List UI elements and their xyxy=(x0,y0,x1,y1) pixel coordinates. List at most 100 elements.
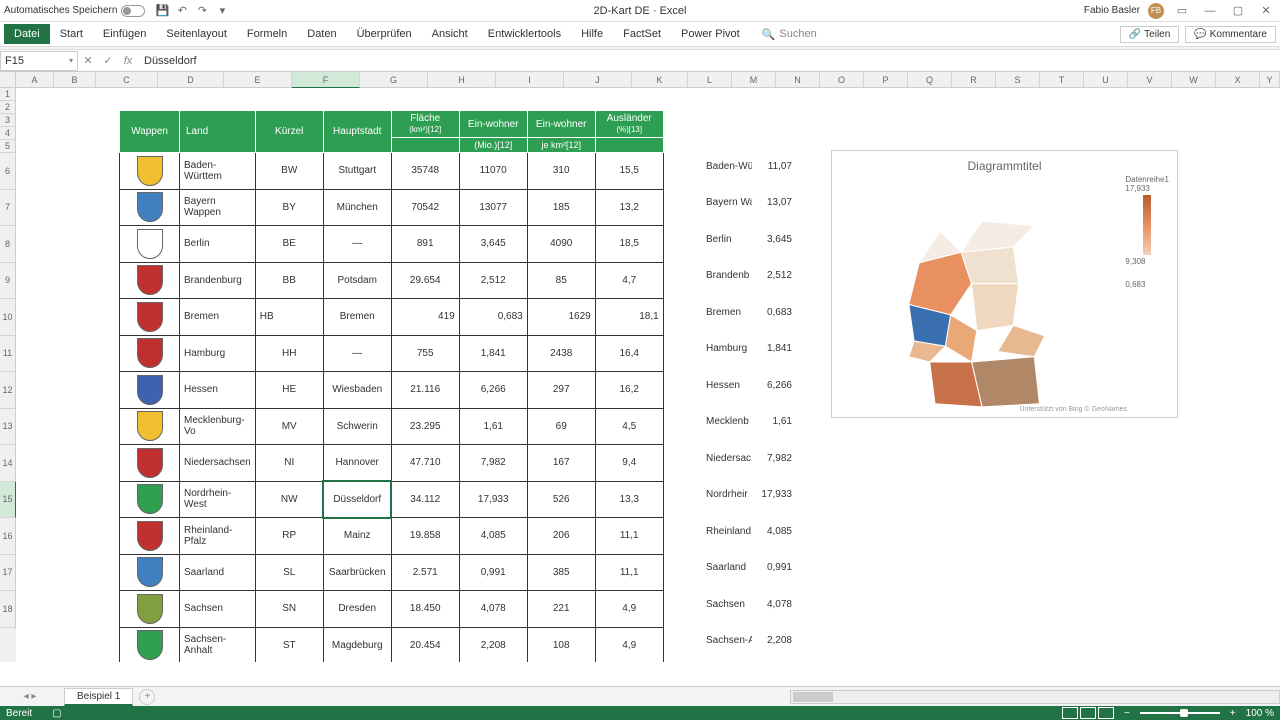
tab-review[interactable]: Überprüfen xyxy=(347,24,422,44)
table-row[interactable]: SachsenSNDresden18.4504,0782214,9 xyxy=(120,591,664,628)
name-box[interactable]: F15 xyxy=(0,51,78,71)
table-row[interactable]: Nordrhein-WestNWDüsseldorf34.11217,93352… xyxy=(120,481,664,518)
tab-layout[interactable]: Seitenlayout xyxy=(156,24,237,44)
col-header-I[interactable]: I xyxy=(496,72,564,88)
avatar[interactable]: FB xyxy=(1148,3,1164,19)
user-name[interactable]: Fabio Basler xyxy=(1084,5,1140,16)
tab-help[interactable]: Hilfe xyxy=(571,24,613,44)
grid-main[interactable]: ABCDEFGHIJKLMNOPQRSTUVWXY WappenLandKürz… xyxy=(16,72,1280,662)
zoom-slider[interactable] xyxy=(1140,712,1220,714)
add-sheet-button[interactable]: + xyxy=(139,689,155,705)
row-header-9[interactable]: 9 xyxy=(0,263,16,300)
chart[interactable]: Diagrammtitel Datenreihe1 17,933 9,308 0… xyxy=(831,150,1178,418)
side-list-row[interactable]: Hessen6,266 xyxy=(706,367,792,404)
tab-file[interactable]: Datei xyxy=(4,24,50,44)
table-row[interactable]: BremenHBBremen4190,683162918,1 xyxy=(120,299,664,336)
row-header-11[interactable]: 11 xyxy=(0,336,16,373)
col-header-K[interactable]: K xyxy=(632,72,688,88)
row-header-17[interactable]: 17 xyxy=(0,555,16,592)
table-row[interactable]: Mecklenburg-VoMVSchwerin23.2951,61694,5 xyxy=(120,408,664,445)
col-header-N[interactable]: N xyxy=(776,72,820,88)
col-header-A[interactable]: A xyxy=(16,72,54,88)
tab-data[interactable]: Daten xyxy=(297,24,346,44)
col-header-H[interactable]: H xyxy=(428,72,496,88)
side-list-row[interactable]: Hamburg1,841 xyxy=(706,331,792,368)
col-header-R[interactable]: R xyxy=(952,72,996,88)
col-header-X[interactable]: X xyxy=(1216,72,1260,88)
row-header-3[interactable]: 3 xyxy=(0,114,16,127)
table-row[interactable]: NiedersachsenNIHannover47.7107,9821679,4 xyxy=(120,445,664,482)
col-header-F[interactable]: F xyxy=(292,72,360,88)
ribbon-display-icon[interactable]: ▭ xyxy=(1172,4,1192,18)
scroll-thumb[interactable] xyxy=(793,692,833,702)
select-all-corner[interactable] xyxy=(0,72,16,88)
side-list-row[interactable]: Niedersac7,982 xyxy=(706,440,792,477)
row-header-7[interactable]: 7 xyxy=(0,190,16,227)
autosave-toggle[interactable]: Automatisches Speichern xyxy=(4,5,145,17)
maximize-icon[interactable]: ▢ xyxy=(1228,4,1248,18)
tab-dev[interactable]: Entwicklertools xyxy=(478,24,571,44)
col-header-U[interactable]: U xyxy=(1084,72,1128,88)
sheet-tab-active[interactable]: Beispiel 1 xyxy=(64,688,133,706)
table-row[interactable]: Sachsen-AnhaltSTMagdeburg20.4542,2081084… xyxy=(120,627,664,662)
col-header-M[interactable]: M xyxy=(732,72,776,88)
row-header-8[interactable]: 8 xyxy=(0,226,16,263)
table-row[interactable]: SaarlandSLSaarbrücken2.5710,99138511,1 xyxy=(120,554,664,591)
table-row[interactable]: HamburgHH—7551,841243816,4 xyxy=(120,335,664,372)
col-header-V[interactable]: V xyxy=(1128,72,1172,88)
row-header-1[interactable]: 1 xyxy=(0,88,16,101)
side-list-row[interactable]: Sachsen4,078 xyxy=(706,586,792,623)
col-header-P[interactable]: P xyxy=(864,72,908,88)
redo-icon[interactable]: ↷ xyxy=(195,4,209,18)
minimize-icon[interactable]: — xyxy=(1200,4,1220,18)
table-row[interactable]: Bayern WappenBYMünchen705421307718513,2 xyxy=(120,189,664,226)
customize-qat-icon[interactable]: ▾ xyxy=(215,4,229,18)
row-header-5[interactable]: 5 xyxy=(0,140,16,153)
table-row[interactable]: Baden-WürttemBWStuttgart357481107031015,… xyxy=(120,153,664,190)
col-header-Y[interactable]: Y xyxy=(1260,72,1280,88)
undo-icon[interactable]: ↶ xyxy=(175,4,189,18)
side-list-row[interactable]: Saarland0,991 xyxy=(706,550,792,587)
cancel-formula-icon[interactable]: ✕ xyxy=(78,54,98,67)
row-header-16[interactable]: 16 xyxy=(0,518,16,555)
col-header-T[interactable]: T xyxy=(1040,72,1084,88)
col-header-D[interactable]: D xyxy=(158,72,224,88)
col-header-S[interactable]: S xyxy=(996,72,1040,88)
tab-insert[interactable]: Einfügen xyxy=(93,24,156,44)
row-header-13[interactable]: 13 xyxy=(0,409,16,446)
row-header-10[interactable]: 10 xyxy=(0,299,16,336)
row-header-18[interactable]: 18 xyxy=(0,591,16,628)
tab-start[interactable]: Start xyxy=(50,24,93,44)
col-header-L[interactable]: L xyxy=(688,72,732,88)
zoom-level[interactable]: 100 % xyxy=(1246,708,1274,719)
search-box[interactable]: 🔍 Suchen xyxy=(762,28,817,41)
table-row[interactable]: Rheinland-PfalzRPMainz19.8584,08520611,1 xyxy=(120,518,664,555)
fx-icon[interactable]: fx xyxy=(118,55,138,67)
toggle-switch[interactable] xyxy=(121,5,145,17)
side-list-row[interactable]: Bremen0,683 xyxy=(706,294,792,331)
side-list-row[interactable]: Mecklenb1,61 xyxy=(706,404,792,441)
col-header-C[interactable]: C xyxy=(96,72,158,88)
share-button[interactable]: 🔗 Teilen xyxy=(1120,26,1180,43)
view-pagelayout-icon[interactable] xyxy=(1080,707,1096,719)
col-header-E[interactable]: E xyxy=(224,72,292,88)
tab-powerpivot[interactable]: Power Pivot xyxy=(671,24,750,44)
side-list-row[interactable]: Nordrheir17,933 xyxy=(706,477,792,514)
row-header-12[interactable]: 12 xyxy=(0,372,16,409)
row-header-15[interactable]: 15 xyxy=(0,482,16,519)
col-header-Q[interactable]: Q xyxy=(908,72,952,88)
row-header-6[interactable]: 6 xyxy=(0,153,16,190)
view-pagebreak-icon[interactable] xyxy=(1098,707,1114,719)
side-list-row[interactable]: Brandenb2,512 xyxy=(706,258,792,295)
accept-formula-icon[interactable]: ✓ xyxy=(98,54,118,67)
side-list-row[interactable]: Baden-Wü11,07 xyxy=(706,148,792,185)
table-row[interactable]: BerlinBE—8913,645409018,5 xyxy=(120,226,664,263)
close-icon[interactable]: ✕ xyxy=(1256,4,1276,18)
tab-view[interactable]: Ansicht xyxy=(422,24,478,44)
col-header-J[interactable]: J xyxy=(564,72,632,88)
row-header-2[interactable]: 2 xyxy=(0,101,16,114)
table-row[interactable]: HessenHEWiesbaden21.1166,26629716,2 xyxy=(120,372,664,409)
side-list-row[interactable]: Rheinland4,085 xyxy=(706,513,792,550)
side-list-row[interactable]: Bayern Wa13,07 xyxy=(706,185,792,222)
zoom-out-icon[interactable]: − xyxy=(1124,708,1130,719)
